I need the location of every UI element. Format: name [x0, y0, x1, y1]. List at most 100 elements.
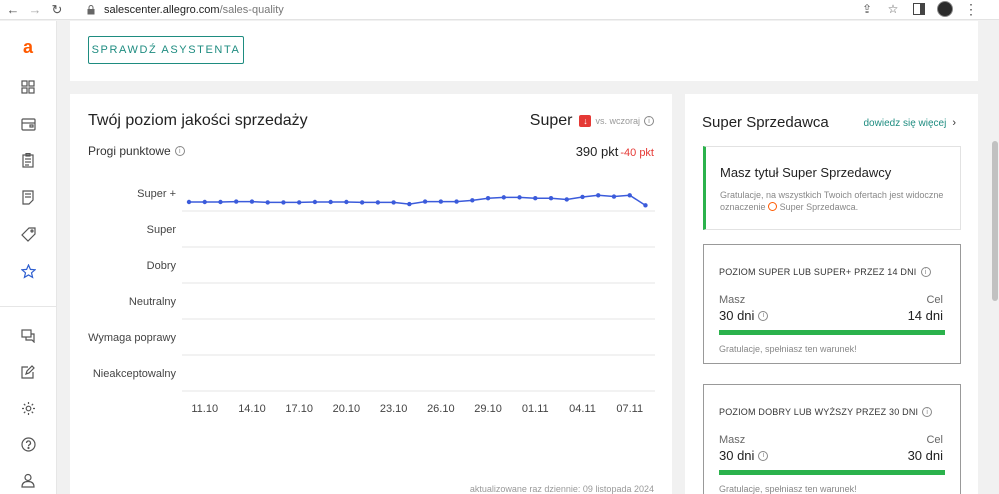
have-value: 30 dni i: [719, 308, 769, 323]
data-point: [501, 195, 506, 200]
y-category-label: Neutralny: [129, 296, 177, 308]
share-icon[interactable]: ⇪: [859, 1, 875, 17]
condition-box: POZIOM SUPER LUB SUPER+ PRZEZ 14 DNI i M…: [703, 244, 961, 364]
condition-title-text: POZIOM SUPER LUB SUPER+ PRZEZ 14 DNI: [719, 267, 917, 277]
sales-quality-card: Twój poziom jakości sprzedaży Super ↓ vs…: [70, 94, 672, 494]
x-tick-label: 20.10: [333, 403, 361, 415]
url-path: /sales-quality: [219, 3, 284, 16]
data-point: [359, 200, 365, 205]
allegro-logo[interactable]: a: [18, 37, 38, 57]
goal-label: Cel: [926, 294, 943, 306]
condition-box: POZIOM DOBRY LUB WYŻSZY PRZEZ 30 DNI i M…: [703, 384, 961, 494]
data-point: [643, 203, 648, 208]
x-tick-label: 04.11: [569, 403, 596, 415]
user-icon[interactable]: [18, 470, 38, 490]
super-seller-badge-icon: [768, 202, 778, 211]
data-point: [218, 199, 223, 205]
thresholds-toggle[interactable]: Progi punktowe i: [88, 144, 185, 158]
help-icon[interactable]: [18, 434, 38, 454]
arrow-down-icon: ↓: [579, 115, 592, 127]
url-host: salescenter.allegro.com: [104, 3, 220, 16]
quality-level: Super ↓ vs. wczoraj i: [530, 112, 654, 130]
data-point: [454, 199, 459, 204]
forward-icon[interactable]: →: [26, 1, 44, 19]
assistant-card: SPRAWDŹ ASYSTENTA: [70, 21, 978, 81]
goal-label: Cel: [926, 434, 943, 446]
data-point: [580, 194, 585, 200]
y-category-label: Super +: [137, 188, 176, 200]
have-value: 30 dni i: [719, 448, 769, 463]
grid-icon[interactable]: [18, 77, 38, 97]
points-value: 390 pkt: [575, 144, 619, 159]
data-point: [186, 199, 192, 205]
side-panel-icon[interactable]: [911, 1, 927, 17]
sales-quality-title: Twój poziom jakości sprzedaży: [88, 112, 308, 129]
y-category-label: Dobry: [147, 260, 177, 272]
x-tick-label: 17.10: [285, 403, 313, 415]
condition-message: Gratulacje, spełniasz ten warunek!: [719, 344, 857, 354]
condition-title: POZIOM DOBRY LUB WYŻSZY PRZEZ 30 DNI i: [719, 407, 933, 417]
data-point: [596, 193, 601, 198]
data-point: [548, 196, 554, 201]
x-tick-label: 29.10: [474, 403, 502, 415]
profile-avatar[interactable]: [937, 1, 953, 17]
gear-icon[interactable]: [18, 398, 38, 418]
orders-icon[interactable]: [18, 150, 38, 170]
info-icon[interactable]: i: [644, 116, 654, 126]
data-point: [249, 199, 255, 204]
check-assistant-button[interactable]: SPRAWDŹ ASYSTENTA: [88, 36, 244, 64]
bookmark-star-icon[interactable]: ☆: [885, 1, 901, 17]
info-icon[interactable]: i: [758, 310, 769, 321]
data-point: [470, 198, 475, 203]
y-category-label: Nieakceptowalny: [93, 368, 177, 380]
have-label: Masz: [719, 294, 746, 306]
status-description: Gratulacje, na wszystkich Twoich ofertac…: [720, 189, 950, 213]
tag-icon[interactable]: [18, 224, 38, 244]
data-point: [265, 200, 270, 205]
data-point: [312, 199, 318, 205]
scrollbar-thumb[interactable]: [992, 141, 998, 301]
left-navigation-rail: a: [0, 21, 57, 494]
chevron-right-icon: ›: [952, 117, 956, 129]
info-icon[interactable]: i: [174, 146, 185, 156]
data-point: [517, 195, 522, 200]
page-scrollbar[interactable]: [991, 21, 999, 494]
status-text-2: Super Sprzedawca.: [779, 202, 859, 212]
x-tick-label: 14.10: [238, 403, 266, 415]
info-icon[interactable]: i: [758, 450, 769, 461]
address-bar[interactable]: salescenter.allegro.com/sales-quality: [86, 4, 284, 16]
condition-progress-bar: [719, 470, 945, 475]
data-point: [202, 199, 207, 205]
data-point: [438, 199, 444, 204]
condition-message: Gratulacje, spełniasz ten warunek!: [719, 484, 857, 494]
chat-icon[interactable]: [18, 326, 38, 346]
condition-title-text: POZIOM DOBRY LUB WYŻSZY PRZEZ 30 DNI: [719, 407, 919, 417]
offers-icon[interactable]: [18, 187, 38, 207]
points-delta: -40 pkt: [620, 147, 654, 159]
rail-divider: [0, 306, 57, 307]
x-tick-label: 23.10: [380, 403, 408, 415]
data-point: [344, 199, 349, 205]
super-seller-card: Super Sprzedawca dowiedz się więcej › Ma…: [685, 94, 978, 494]
updated-note: aktualizowane raz dziennie: 09 listopada…: [469, 484, 654, 494]
back-icon[interactable]: ←: [4, 1, 22, 19]
data-point: [627, 193, 632, 198]
data-point: [234, 199, 239, 204]
learn-more-link[interactable]: dowiedz się więcej ›: [864, 117, 957, 129]
info-icon[interactable]: i: [922, 407, 933, 417]
thresholds-label: Progi punktowe: [88, 144, 171, 158]
super-seller-status: Masz tytuł Super Sprzedawcy Gratulacje, …: [703, 146, 961, 230]
wallet-icon[interactable]: [18, 114, 38, 134]
reload-icon[interactable]: ↻: [48, 1, 66, 19]
kebab-menu-icon[interactable]: ⋮: [963, 1, 979, 17]
info-icon[interactable]: i: [920, 267, 931, 277]
have-value-text: 30 dni: [719, 448, 755, 463]
edit-icon[interactable]: [18, 362, 38, 382]
data-point: [407, 201, 412, 207]
data-point: [281, 200, 286, 205]
star-icon[interactable]: [18, 261, 38, 281]
status-title: Masz tytuł Super Sprzedawcy: [720, 165, 892, 180]
data-point: [422, 199, 428, 204]
super-seller-title: Super Sprzedawca: [702, 114, 829, 131]
data-point: [296, 200, 302, 205]
